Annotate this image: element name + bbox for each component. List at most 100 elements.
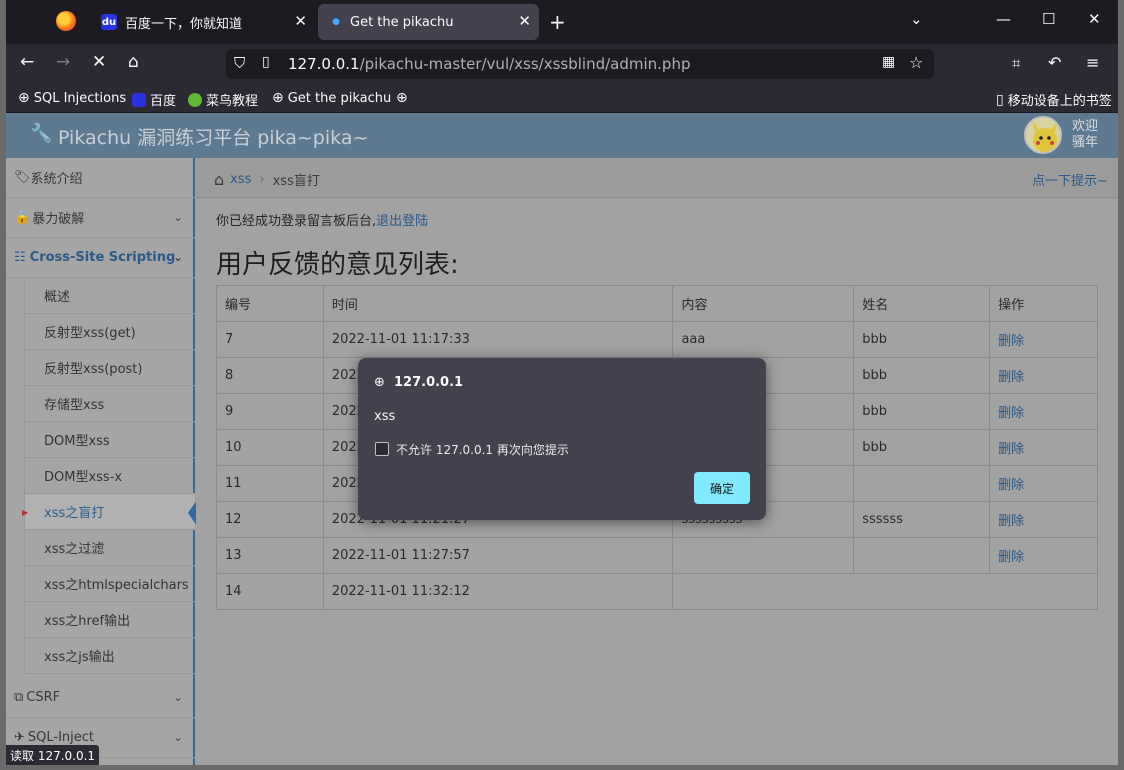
sidebar-item-brute[interactable]: 🔒 暴力破解 ⌄ [6,198,195,238]
tab-list-chevron-icon[interactable]: ⌄ [910,10,923,28]
delete-link[interactable]: 删除 [989,357,1098,394]
tab-baidu[interactable]: du 百度一下，你就知道 ✕ [91,4,315,40]
tag-icon: 🏷 [14,170,31,185]
mobile-bookmarks[interactable]: ▯ 移动设备上的书签 [996,90,1112,110]
qr-code-icon[interactable]: ▦ [882,54,895,70]
forward-icon[interactable]: → [56,52,70,72]
chevron-right-icon: › [259,172,265,187]
bookmark-sql-injections[interactable]: ⊕ SQL Injections [18,90,126,106]
column-header: 内容 [672,285,855,322]
stop-icon[interactable]: ✕ [92,52,106,72]
logout-link[interactable]: 退出登陆 [376,214,428,229]
chevron-down-icon: ⌄ [172,210,183,224]
site-title[interactable]: Pikachu 漏洞练习平台 pika~pika~ [58,123,368,150]
home-icon[interactable]: ⌂ [214,170,224,189]
wrench-icon: 🔧 [30,123,53,144]
menu-icon[interactable]: ≡ [1086,53,1099,72]
alert-dialog: ⊕ 127.0.0.1 xss 不允许 127.0.0.1 再次向您提示 确定 [358,358,766,520]
suppress-checkbox[interactable] [375,442,389,456]
bookmark-runoob[interactable]: 菜鸟教程 [188,90,258,109]
sidebar-subitem-overview[interactable]: 概述 [24,278,195,314]
sidebar-subitem-dom[interactable]: DOM型xss [24,422,195,458]
firefox-icon[interactable] [56,11,76,31]
runoob-icon [188,92,202,107]
cell-id: 7 [216,321,324,358]
cell-id: 12 [216,501,324,538]
back-icon[interactable]: ← [20,52,34,72]
hint-link[interactable]: 点一下提示~ [1032,170,1108,189]
sidebar-subitem-href[interactable]: xss之href输出 [24,602,195,638]
column-header: 时间 [322,285,674,322]
page-title: 用户反馈的意见列表: [216,250,459,280]
cell-id: 14 [216,573,324,610]
chevron-down-icon: ⌄ [172,690,183,704]
breadcrumb-row: ⌂ xss › xss盲打 [214,170,320,189]
bookmark-untitled[interactable]: ⊕ [396,90,412,106]
column-header: 编号 [216,285,324,322]
home-icon[interactable]: ⌂ [128,52,139,72]
table-row: 14 2022-11-01 11:32:12 [216,573,1098,610]
table-row: 7 2022-11-01 11:17:33 aaa bbb 删除 [216,321,1098,358]
chevron-down-icon: ⌄ [172,250,183,264]
cell-time: 2022-11-01 11:32:12 [322,573,674,610]
login-status: 你已经成功登录留言板后台,退出登陆 [216,214,429,229]
dialog-message: xss [374,409,396,424]
site-header: 🔧 Pikachu 漏洞练习平台 pika~pika~ 欢迎 骚年 [6,113,1118,158]
sidebar-item-csrf[interactable]: ⧉ CSRF ⌄ [6,678,195,718]
tab-label: 百度一下，你就知道 [125,16,243,32]
sidebar-subitem-dom-x[interactable]: DOM型xss-x [24,458,195,494]
breadcrumb: ⌂ xss › xss盲打 点一下提示~ [196,158,1118,198]
baidu-icon [132,92,146,107]
bookmark-pikachu[interactable]: ⊕ Get the pikachu [272,90,391,106]
delete-link[interactable]: 删除 [989,465,1098,502]
delete-link[interactable]: 删除 [989,501,1098,538]
sidebar-subitem-stored[interactable]: 存储型xss [24,386,195,422]
cell-name: bbb [853,393,991,430]
sidebar-subitem-reflected-post[interactable]: 反射型xss(post) [24,350,195,386]
bookmark-baidu[interactable]: 百度 [132,90,176,109]
close-icon[interactable]: ✕ [518,12,531,30]
sidebar-item-intro[interactable]: 🏷 系统介绍 [6,158,195,198]
minimize-icon[interactable]: — [996,10,1011,28]
column-header: 操作 [989,285,1098,322]
cell-name [853,465,991,502]
close-icon[interactable]: ✕ [294,12,307,30]
sidebar-subitem-reflected-get[interactable]: 反射型xss(get) [24,314,195,350]
column-header: 姓名 [853,285,991,322]
cell-name: bbb [853,357,991,394]
delete-link[interactable]: 删除 [989,537,1098,574]
sidebar-subitem-blind[interactable]: xss之盲打 [24,494,195,530]
dialog-origin: 127.0.0.1 [394,375,464,390]
cell-name: ssssss [853,501,991,538]
chevron-down-icon: ⌄ [172,730,183,744]
cell-id: 11 [216,465,324,502]
sidebar-subitem-js[interactable]: xss之js输出 [24,638,195,674]
new-tab-icon[interactable]: + [549,10,566,34]
sidebar-subitem-filter[interactable]: xss之过滤 [24,530,195,566]
star-icon[interactable]: ☆ [909,53,923,72]
delete-link[interactable]: 删除 [989,429,1098,466]
delete-link[interactable]: 删除 [989,393,1098,430]
maximize-icon[interactable]: ☐ [1042,10,1055,28]
screenshot-icon[interactable]: ⌗ [1012,54,1020,72]
url-text[interactable]: 127.0.0.1/pikachu-master/vul/xss/xssblin… [288,55,691,73]
lock-icon: 🔒 [14,210,31,225]
shield-icon[interactable]: ⛉ [234,54,245,72]
tab-pikachu[interactable]: ● Get the pikachu ✕ [318,4,539,40]
undo-icon[interactable]: ↶ [1048,53,1061,72]
status-bar: 读取 127.0.0.1 [6,745,100,765]
avatar[interactable] [1024,116,1062,154]
delete-link[interactable]: 删除 [989,321,1098,358]
breadcrumb-link-xss[interactable]: xss [230,172,251,187]
window-close-icon[interactable]: ✕ [1088,10,1101,28]
suppress-checkbox-label[interactable]: 不允许 127.0.0.1 再次向您提示 [396,441,569,458]
page-icon: ▯ [262,54,270,70]
sidebar-subitem-htmlspecialchars[interactable]: xss之htmlspecialchars [24,566,195,602]
breadcrumb-current: xss盲打 [272,174,320,189]
ok-button[interactable]: 确定 [694,472,750,504]
globe-icon: ⊕ [272,90,284,106]
cell-id: 10 [216,429,324,466]
sidebar-item-xss[interactable]: ☷ Cross-Site Scripting ⌄ [6,238,195,278]
external-link-icon: ⧉ [14,690,24,705]
cell-name: bbb [853,429,991,466]
